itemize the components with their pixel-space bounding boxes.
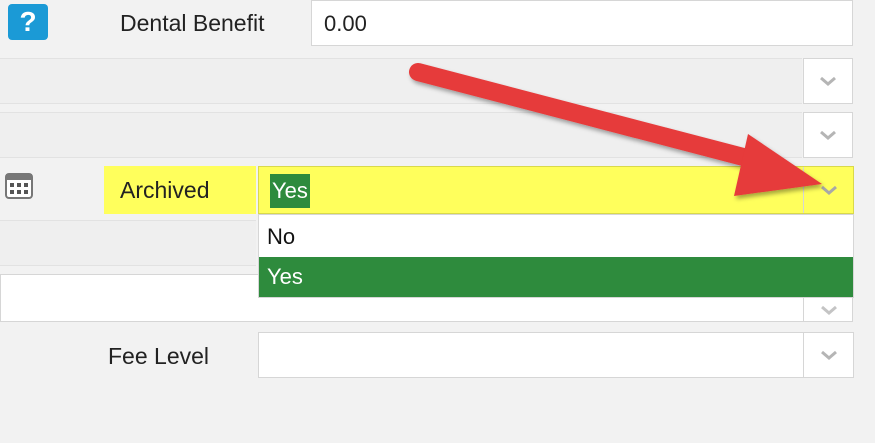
red-arrow-annotation	[409, 63, 822, 196]
